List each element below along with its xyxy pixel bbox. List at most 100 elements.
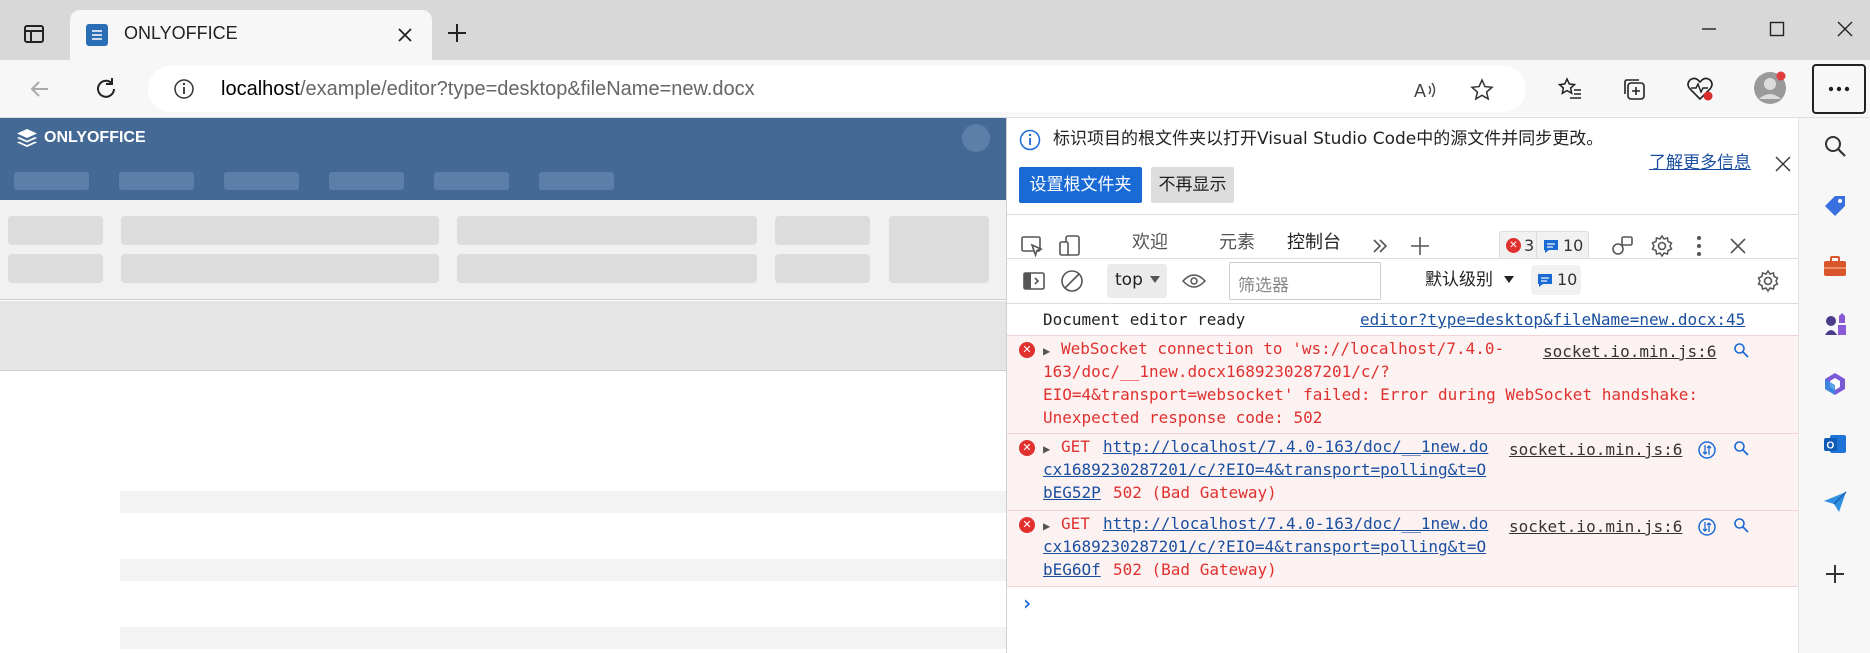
toolbar-placeholder xyxy=(457,254,757,283)
url-host: localhost xyxy=(221,78,300,100)
back-icon[interactable] xyxy=(24,73,56,105)
network-request-icon[interactable] xyxy=(1697,517,1717,537)
window-close-icon[interactable] xyxy=(1830,14,1860,44)
request-url[interactable]: bEG52P xyxy=(1043,481,1101,504)
error-source-link[interactable]: socket.io.min.js:6 xyxy=(1509,438,1682,461)
tools-briefcase-icon[interactable] xyxy=(1819,250,1851,282)
request-status: 502 (Bad Gateway) xyxy=(1113,483,1277,502)
url-text: localhost/example/editor?type=desktop&fi… xyxy=(221,78,755,101)
onlyoffice-header: ONLYOFFICE xyxy=(0,118,1006,200)
feedback-icon[interactable] xyxy=(1607,231,1637,261)
error-count-badge[interactable]: ✕ 3 xyxy=(1499,231,1537,260)
tab-elements[interactable]: 元素 xyxy=(1219,231,1255,254)
games-icon[interactable] xyxy=(1819,308,1851,340)
request-url[interactable]: http://localhost/7.4.0-163/doc/__1new.do xyxy=(1103,435,1488,458)
microsoft-365-icon[interactable] xyxy=(1819,368,1851,400)
site-info-icon[interactable] xyxy=(172,77,196,101)
device-emulation-icon[interactable] xyxy=(1055,231,1085,261)
console-prompt-icon: › xyxy=(1021,591,1034,615)
outlook-icon[interactable]: O xyxy=(1819,428,1851,460)
request-url[interactable]: http://localhost/7.4.0-163/doc/__1new.do xyxy=(1103,512,1488,535)
settings-gear-icon[interactable] xyxy=(1647,231,1677,261)
close-banner-icon[interactable] xyxy=(1771,152,1795,176)
url-path: /example/editor?type=desktop&fileName=ne… xyxy=(299,78,755,100)
address-bar[interactable]: localhost/example/editor?type=desktop&fi… xyxy=(148,66,1526,112)
shopping-tag-icon[interactable] xyxy=(1819,190,1851,222)
settings-and-more-icon[interactable] xyxy=(1812,64,1866,114)
console-prompt-row[interactable]: › xyxy=(1007,588,1799,624)
info-icon xyxy=(1019,129,1041,155)
more-options-icon[interactable] xyxy=(1687,231,1711,261)
console-settings-gear-icon[interactable] xyxy=(1753,266,1783,296)
send-icon[interactable] xyxy=(1819,486,1851,518)
console-error-row: ✕ ▶ WebSocket connection to 'ws://localh… xyxy=(1007,335,1799,433)
request-url[interactable]: cx1689230287201/c/?EIO=4&transport=polli… xyxy=(1043,535,1486,558)
request-status: 502 (Bad Gateway) xyxy=(1113,560,1277,579)
menu-tab-placeholder xyxy=(14,172,89,190)
filter-input[interactable]: 筛选器 xyxy=(1229,262,1381,300)
error-source-link[interactable]: socket.io.min.js:6 xyxy=(1509,515,1682,538)
new-tab-icon[interactable] xyxy=(442,18,472,48)
console-log-row: Document editor ready editor?type=deskto… xyxy=(1007,305,1799,335)
message-count-badge[interactable]: 10 xyxy=(1537,231,1589,260)
add-tab-icon[interactable] xyxy=(1405,231,1435,261)
log-level-selector[interactable]: 默认级别 xyxy=(1425,269,1493,292)
set-root-folder-button[interactable]: 设置根文件夹 xyxy=(1019,167,1142,203)
read-aloud-icon[interactable]: A xyxy=(1412,76,1440,104)
message-icon xyxy=(1544,240,1558,253)
request-method: GET xyxy=(1061,514,1090,533)
browser-essentials-icon[interactable] xyxy=(1684,73,1716,105)
tab-actions-icon[interactable] xyxy=(20,20,48,48)
close-tab-icon[interactable] xyxy=(392,22,418,48)
context-selector[interactable]: top xyxy=(1107,264,1167,298)
search-issue-icon[interactable] xyxy=(1731,515,1751,535)
svg-text:O: O xyxy=(1827,441,1835,452)
maximize-icon[interactable] xyxy=(1762,14,1792,44)
search-icon[interactable] xyxy=(1819,130,1851,162)
more-tabs-icon[interactable] xyxy=(1367,231,1393,261)
log-source-link[interactable]: editor?type=desktop&fileName=new.docx:45 xyxy=(1360,308,1745,331)
collections-icon[interactable] xyxy=(1618,73,1650,105)
level-message-count: 10 xyxy=(1557,270,1578,289)
active-tab[interactable]: ONLYOFFICE xyxy=(70,10,432,60)
dont-show-again-button[interactable]: 不再显示 xyxy=(1151,167,1234,203)
request-url[interactable]: bEG6Of xyxy=(1043,558,1101,581)
error-icon: ✕ xyxy=(1019,342,1035,358)
close-devtools-icon[interactable] xyxy=(1723,231,1753,261)
inspect-element-icon[interactable] xyxy=(1017,231,1047,261)
document-line-placeholder xyxy=(120,491,1006,513)
show-sidebar-icon[interactable] xyxy=(1019,266,1049,296)
search-issue-icon[interactable] xyxy=(1731,340,1751,360)
network-request-icon[interactable] xyxy=(1697,440,1717,460)
tab-console[interactable]: 控制台 xyxy=(1287,231,1341,254)
toolbar-placeholder xyxy=(121,216,439,245)
favorites-icon[interactable] xyxy=(1554,73,1586,105)
document-favicon-icon xyxy=(86,24,108,46)
message-icon xyxy=(1538,274,1552,287)
favorite-star-icon[interactable] xyxy=(1468,76,1496,104)
tab-welcome[interactable]: 欢迎 xyxy=(1132,231,1168,254)
level-message-badge[interactable]: 10 xyxy=(1531,265,1581,295)
minimize-icon[interactable] xyxy=(1694,14,1724,44)
add-sidebar-app-icon[interactable] xyxy=(1819,558,1851,590)
error-source-link[interactable]: socket.io.min.js:6 xyxy=(1543,340,1716,363)
level-dropdown-icon[interactable] xyxy=(1503,275,1515,285)
error-icon: ✕ xyxy=(1506,238,1521,253)
dropdown-arrow-icon xyxy=(1150,276,1160,283)
filter-placeholder: 筛选器 xyxy=(1238,276,1289,296)
log-message: Document editor ready xyxy=(1043,310,1246,329)
console-error-row: ✕ ▶ GET http://localhost/7.4.0-163/doc/_… xyxy=(1007,433,1799,510)
toolbar-placeholder xyxy=(889,216,989,283)
search-issue-icon[interactable] xyxy=(1731,438,1751,458)
toolbar-placeholder xyxy=(775,254,870,283)
console-error-row: ✕ ▶ GET http://localhost/7.4.0-163/doc/_… xyxy=(1007,510,1799,587)
learn-more-link[interactable]: 了解更多信息 xyxy=(1649,152,1751,175)
request-url[interactable]: cx1689230287201/c/?EIO=4&transport=polli… xyxy=(1043,458,1486,481)
profile-avatar[interactable] xyxy=(1752,70,1788,106)
toolbar-placeholder xyxy=(121,254,439,283)
live-expression-eye-icon[interactable] xyxy=(1179,266,1209,296)
clear-console-icon[interactable] xyxy=(1057,266,1087,296)
document-line-placeholder xyxy=(120,559,1006,581)
refresh-icon[interactable] xyxy=(90,73,122,105)
toolbar-placeholder xyxy=(457,216,757,245)
